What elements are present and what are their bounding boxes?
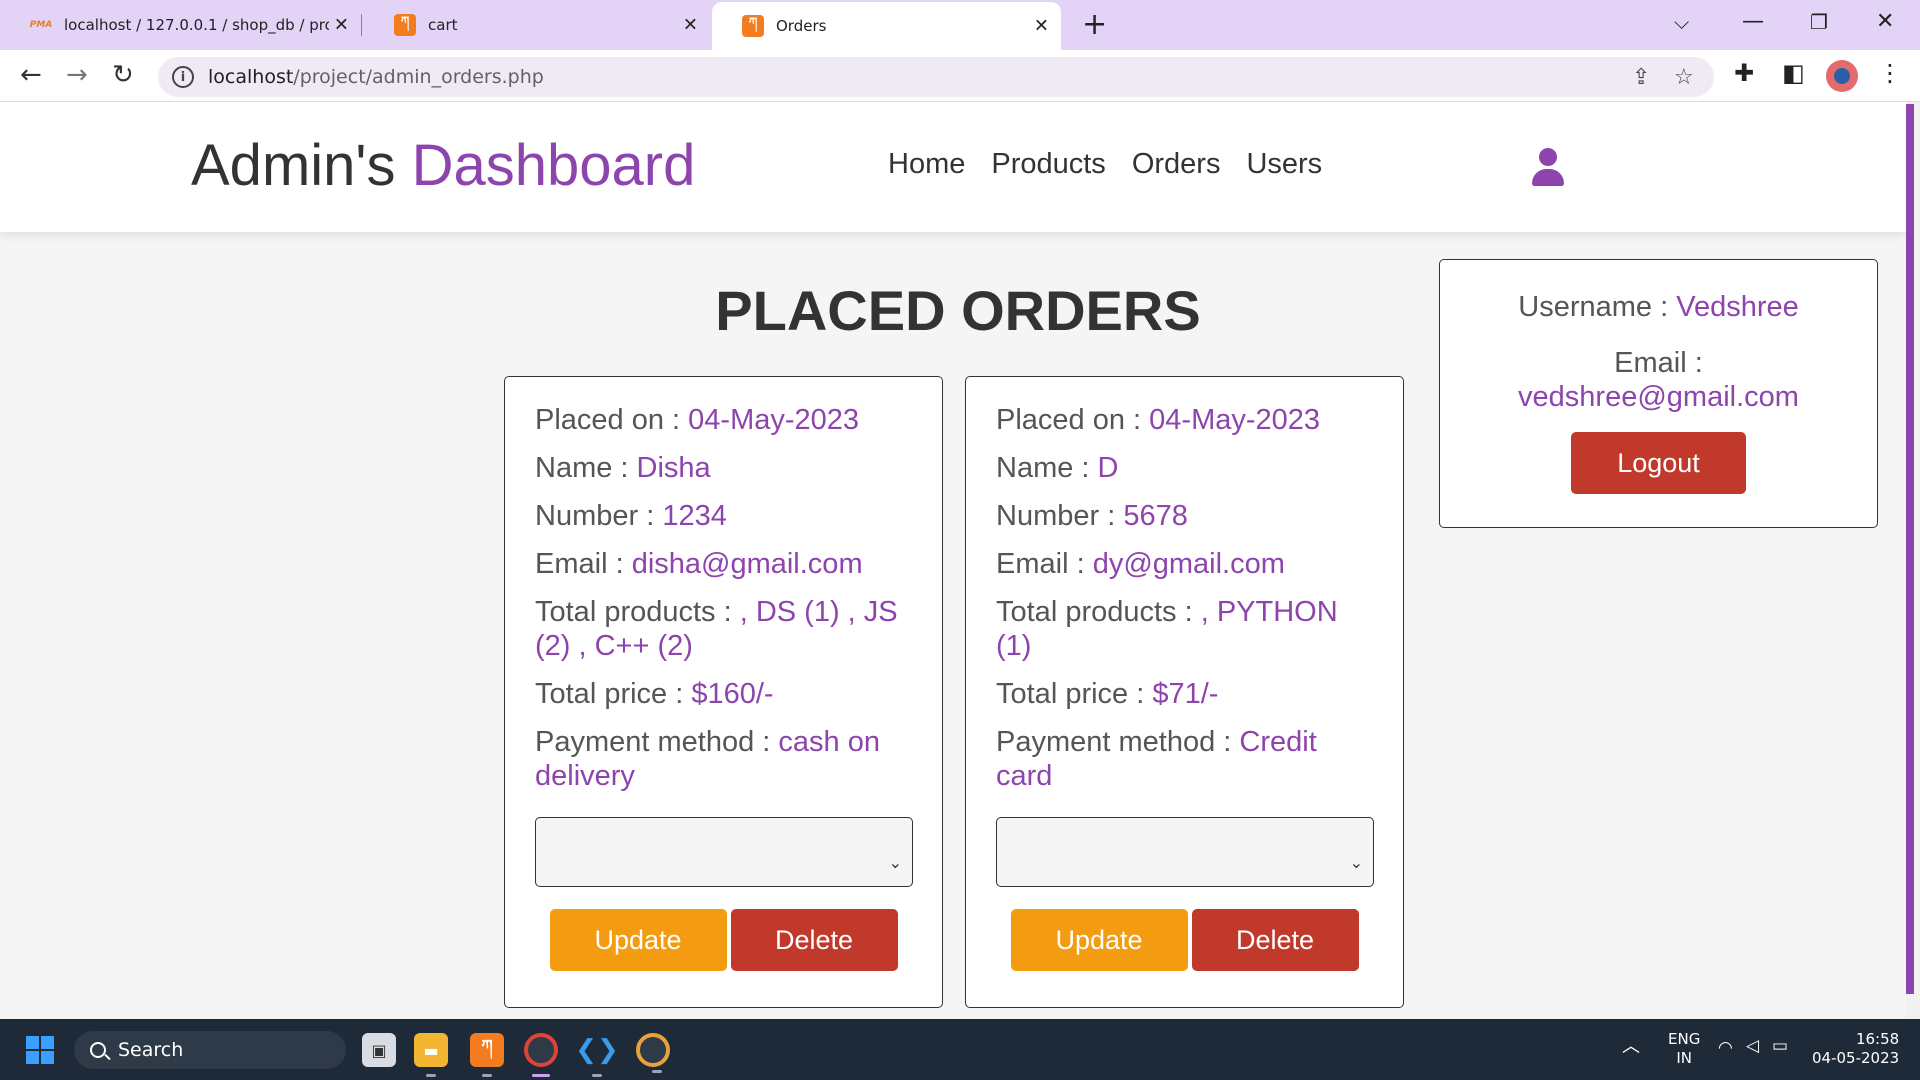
order-products: Total products : , PYTHON (1) <box>996 596 1338 662</box>
order-email: Email : disha@gmail.com <box>535 548 863 580</box>
payment-status-select[interactable] <box>996 817 1374 887</box>
clock-date: 04-05-2023 <box>1812 1049 1900 1067</box>
bookmark-star-icon[interactable]: ☆ <box>1674 65 1694 90</box>
browser-tab-bar: PMA localhost / 127.0.0.1 / shop_db / pr… <box>0 0 1920 50</box>
delete-button[interactable]: Delete <box>730 909 898 971</box>
nav-orders[interactable]: Orders <box>1132 148 1221 181</box>
close-tab-icon[interactable]: ✕ <box>1034 16 1049 37</box>
tab-phpmyadmin[interactable]: PMA localhost / 127.0.0.1 / shop_db / pr… <box>0 0 361 50</box>
order-price: Total price : $71/- <box>996 678 1219 710</box>
order-payment-method: Payment method : cash on delivery <box>535 726 880 792</box>
restore-icon[interactable]: ❐ <box>1810 8 1828 36</box>
logo-accent: Dashboard <box>411 133 696 198</box>
url-text[interactable]: localhost/project/admin_orders.php <box>208 66 544 88</box>
update-button[interactable]: Update <box>1010 909 1188 971</box>
back-icon[interactable]: ← <box>20 60 42 90</box>
account-email-label: Email : <box>1614 347 1703 379</box>
order-card: Placed on : 04-May-2023 Name : Disha Num… <box>504 376 943 1008</box>
order-payment-method: Payment method : Credit card <box>996 726 1317 792</box>
order-products: Total products : , DS (1) , JS (2) , C++… <box>535 596 898 662</box>
nav-products[interactable]: Products <box>991 148 1105 181</box>
order-price: Total price : $160/- <box>535 678 774 710</box>
wifi-icon[interactable]: ◠ <box>1718 1039 1733 1058</box>
tab-title: Orders <box>776 17 827 35</box>
order-placed-on: Placed on : 04-May-2023 <box>535 404 860 436</box>
order-name: Name : Disha <box>535 452 711 484</box>
close-window-icon[interactable]: ✕ <box>1876 8 1894 36</box>
new-tab-icon[interactable]: + <box>1082 8 1107 42</box>
tab-title: localhost / 127.0.0.1 / shop_db / produc <box>64 16 329 34</box>
phpmyadmin-icon: PMA <box>29 20 53 30</box>
site-info-icon[interactable]: i <box>172 66 194 88</box>
lang-bottom: IN <box>1676 1049 1692 1067</box>
volume-icon[interactable]: ◁ <box>1746 1037 1759 1056</box>
menu-icon[interactable]: ⋮ <box>1878 59 1902 87</box>
order-card: Placed on : 04-May-2023 Name : D Number … <box>965 376 1404 1008</box>
tab-orders[interactable]: ཀ Orders ✕ <box>712 2 1061 50</box>
page-title-text: PLACED ORDERS <box>715 279 1201 342</box>
order-placed-on: Placed on : 04-May-2023 <box>996 404 1321 436</box>
clock-time: 16:58 <box>1855 1030 1900 1048</box>
clock[interactable]: 16:58 04-05-2023 <box>1812 1030 1899 1068</box>
update-button[interactable]: Update <box>549 909 727 971</box>
extensions-icon[interactable]: ✚ <box>1734 59 1754 87</box>
order-name: Name : D <box>996 452 1119 484</box>
language-indicator[interactable]: ENG IN <box>1668 1030 1700 1068</box>
dashboard-logo[interactable]: Admin's Dashboard <box>191 132 695 199</box>
forward-icon[interactable]: → <box>66 60 88 90</box>
share-icon[interactable]: ⇪ <box>1632 65 1650 90</box>
windows-start-icon[interactable] <box>26 1036 54 1064</box>
close-tab-icon[interactable]: ✕ <box>334 15 349 36</box>
file-explorer-icon[interactable]: ▬ <box>414 1033 448 1077</box>
page-content: Admin's Dashboard Home Products Orders U… <box>0 102 1906 1019</box>
user-icon[interactable] <box>1530 148 1566 188</box>
page-scrollbar[interactable] <box>1906 102 1920 1019</box>
address-bar[interactable]: i localhost/project/admin_orders.php ⇪ ☆ <box>158 57 1714 97</box>
lang-top: ENG <box>1668 1030 1701 1048</box>
xampp-icon: ཀ <box>742 15 764 37</box>
minimize-icon[interactable]: — <box>1742 8 1764 36</box>
url-host: localhost <box>208 66 294 88</box>
task-view-icon[interactable]: ▣ <box>362 1033 396 1067</box>
tab-title: cart <box>428 16 458 34</box>
side-panel-icon[interactable]: ◧ <box>1782 59 1805 87</box>
taskbar-search[interactable]: Search <box>74 1031 346 1069</box>
browser-toolbar: ← → ↻ i localhost/project/admin_orders.p… <box>0 50 1920 102</box>
nav-users[interactable]: Users <box>1246 148 1322 181</box>
tray-chevron-up-icon[interactable]: ︿ <box>1622 1037 1640 1056</box>
close-tab-icon[interactable]: ✕ <box>683 15 698 36</box>
chrome-icon[interactable] <box>524 1033 558 1077</box>
logout-button[interactable]: Logout <box>1571 432 1746 494</box>
logo-main: Admin's <box>191 133 396 198</box>
main-nav: Home Products Orders Users <box>888 148 1322 181</box>
order-number: Number : 5678 <box>996 500 1188 532</box>
site-header: Admin's Dashboard Home Products Orders U… <box>0 102 1906 232</box>
search-label: Search <box>118 1039 184 1061</box>
windows-taskbar: Search ▣ ▬ ཀ ❮❯ ︿ ENG IN ◠ ◁ ▭ 16:58 04-… <box>0 1019 1920 1080</box>
order-email: Email : dy@gmail.com <box>996 548 1285 580</box>
reload-icon[interactable]: ↻ <box>112 60 134 90</box>
vscode-icon[interactable]: ❮❯ <box>575 1033 619 1077</box>
nav-home[interactable]: Home <box>888 148 965 181</box>
battery-icon[interactable]: ▭ <box>1772 1037 1788 1056</box>
xampp-taskbar-icon[interactable]: ཀ <box>470 1033 504 1077</box>
search-icon <box>90 1042 106 1058</box>
order-number: Number : 1234 <box>535 500 727 532</box>
delete-button[interactable]: Delete <box>1191 909 1359 971</box>
payment-status-select[interactable] <box>535 817 913 887</box>
page-title: PLACED ORDERS <box>0 278 1906 343</box>
url-path: /project/admin_orders.php <box>293 66 544 88</box>
account-email-value: vedshree@gmail.com <box>1518 381 1799 413</box>
tab-search-chevron-icon[interactable]: ⌵ <box>1674 8 1689 36</box>
tab-cart[interactable]: ཀ cart ✕ <box>364 0 710 50</box>
chrome-canary-icon[interactable] <box>636 1033 670 1073</box>
tab-separator <box>361 14 362 36</box>
profile-avatar[interactable] <box>1826 60 1858 92</box>
xampp-icon: ཀ <box>394 14 416 36</box>
